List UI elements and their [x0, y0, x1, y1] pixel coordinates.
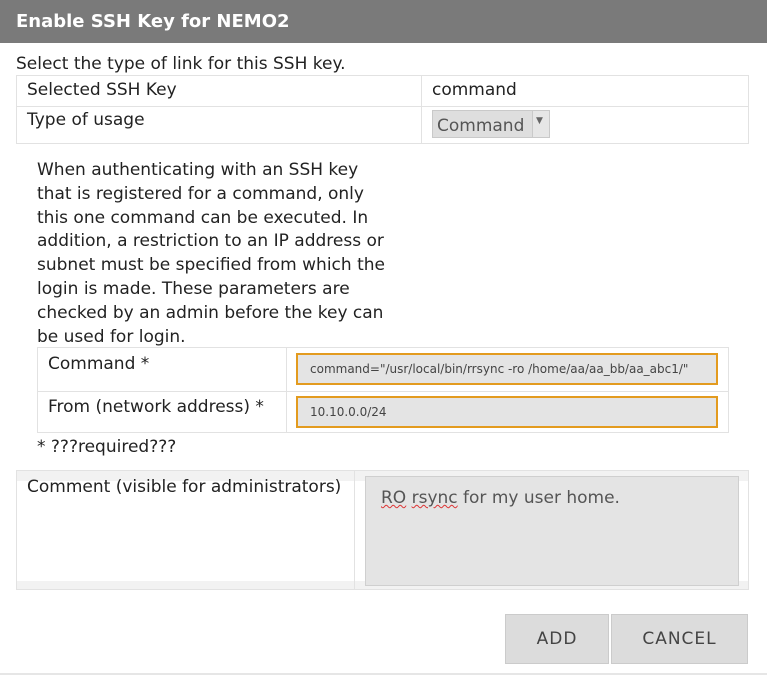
- comment-word-rsync: rsync: [411, 488, 458, 508]
- comment-table: Comment (visible for administrators) RO …: [16, 470, 749, 590]
- dialog-intro: Select the type of link for this SSH key…: [16, 54, 346, 74]
- cancel-button[interactable]: CANCEL: [611, 614, 748, 664]
- from-label: From (network address) *: [48, 397, 264, 417]
- dialog-titlebar: Enable SSH Key for NEMO2: [0, 0, 767, 43]
- usage-description: When authenticating with an SSH key that…: [37, 160, 385, 347]
- usage-select-arrow[interactable]: ▼: [532, 111, 549, 137]
- column-divider: [286, 348, 287, 432]
- comment-textarea[interactable]: RO rsync for my user home.: [365, 476, 739, 586]
- usage-select-value: Command: [437, 116, 525, 136]
- column-divider: [354, 471, 355, 589]
- key-info-table: Selected SSH Key command Type of usage C…: [16, 75, 749, 144]
- comment-text-rest: for my user home.: [457, 488, 620, 508]
- command-input[interactable]: [296, 353, 718, 385]
- selected-key-label: Selected SSH Key: [27, 80, 177, 100]
- comment-label: Comment (visible for administrators): [27, 477, 342, 497]
- usage-label: Type of usage: [27, 110, 145, 130]
- usage-select[interactable]: Command ▼: [432, 110, 550, 138]
- required-note: * ???required???: [37, 437, 177, 457]
- dialog-title: Enable SSH Key for NEMO2: [16, 11, 290, 32]
- from-network-input[interactable]: [296, 396, 718, 428]
- add-button[interactable]: ADD: [505, 614, 609, 664]
- comment-word-ro: RO: [381, 488, 407, 508]
- command-params-table: Command * From (network address) *: [37, 347, 729, 433]
- selected-key-value: command: [432, 80, 517, 100]
- usage-row: Type of usage Command ▼: [17, 106, 748, 144]
- column-divider: [421, 76, 422, 143]
- row-divider: [38, 391, 728, 392]
- selected-key-row: Selected SSH Key command: [17, 76, 748, 107]
- chevron-down-icon: ▼: [536, 116, 543, 126]
- command-label: Command *: [48, 354, 150, 374]
